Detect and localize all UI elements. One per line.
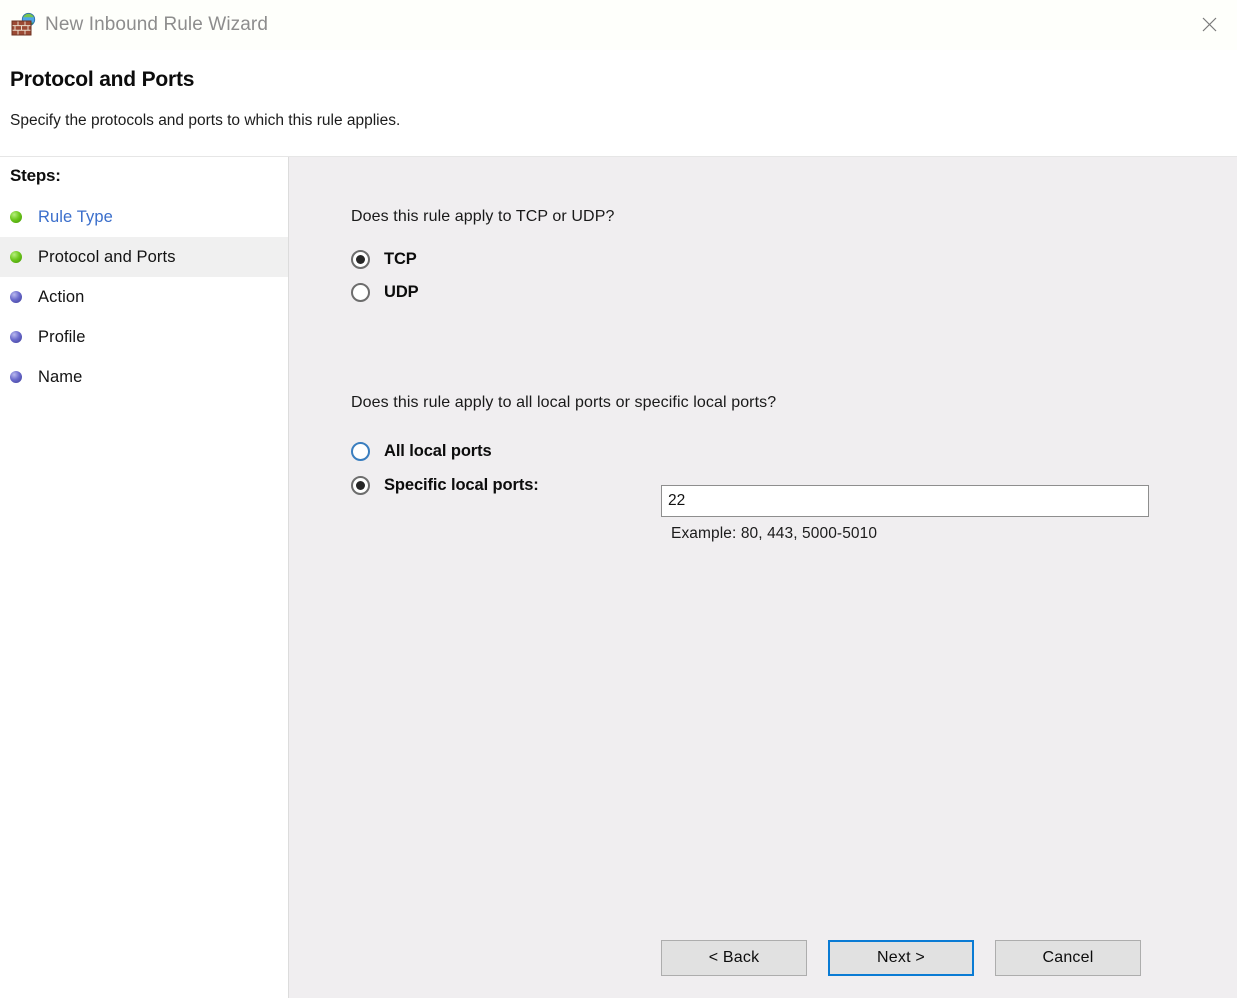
title-bar: New Inbound Rule Wizard bbox=[0, 0, 1237, 50]
ports-question-group: Does this rule apply to all local ports … bbox=[351, 394, 1237, 542]
content-panel: Does this rule apply to TCP or UDP? TCP … bbox=[288, 157, 1237, 998]
sidebar-item-profile[interactable]: Profile bbox=[0, 317, 288, 357]
radio-specific-local-ports-indicator[interactable] bbox=[351, 476, 370, 495]
radio-udp-label: UDP bbox=[384, 283, 419, 301]
radio-all-local-ports-indicator[interactable] bbox=[351, 442, 370, 461]
next-button[interactable]: Next > bbox=[828, 940, 974, 976]
sidebar-item-protocol-and-ports[interactable]: Protocol and Ports bbox=[0, 237, 288, 277]
step-bullet-icon bbox=[10, 331, 22, 343]
radio-tcp-label: TCP bbox=[384, 250, 417, 268]
sidebar-item-label: Name bbox=[38, 367, 83, 386]
sidebar-item-name[interactable]: Name bbox=[0, 357, 288, 397]
page-subtitle: Specify the protocols and ports to which… bbox=[10, 112, 401, 129]
radio-udp-indicator[interactable] bbox=[351, 283, 370, 302]
sidebar-item-label: Protocol and Ports bbox=[38, 247, 176, 266]
new-inbound-rule-wizard-window: New Inbound Rule Wizard Protocol and Por… bbox=[0, 0, 1237, 998]
sidebar-item-action[interactable]: Action bbox=[0, 277, 288, 317]
cancel-button[interactable]: Cancel bbox=[995, 940, 1141, 976]
window-title: New Inbound Rule Wizard bbox=[45, 14, 269, 35]
steps-label: Steps: bbox=[10, 166, 61, 185]
page-header: Protocol and Ports Specify the protocols… bbox=[0, 50, 1237, 157]
sidebar-item-label: Action bbox=[38, 287, 85, 306]
back-button[interactable]: < Back bbox=[661, 940, 807, 976]
radio-specific-local-ports-label: Specific local ports: bbox=[384, 476, 539, 494]
ports-question-text: Does this rule apply to all local ports … bbox=[351, 394, 777, 411]
sidebar-item-rule-type[interactable]: Rule Type bbox=[0, 197, 288, 237]
step-bullet-icon bbox=[10, 251, 22, 263]
protocol-question-text: Does this rule apply to TCP or UDP? bbox=[351, 208, 615, 225]
ports-example-text: Example: 80, 443, 5000-5010 bbox=[671, 525, 878, 542]
radio-all-local-ports-label: All local ports bbox=[384, 442, 492, 460]
protocol-question-group: Does this rule apply to TCP or UDP? TCP … bbox=[351, 208, 614, 302]
radio-option-udp[interactable]: UDP bbox=[351, 283, 614, 302]
radio-option-all-local-ports[interactable]: All local ports bbox=[351, 442, 1237, 461]
specific-ports-input[interactable] bbox=[661, 485, 1149, 517]
page-title: Protocol and Ports bbox=[10, 68, 195, 91]
footer-button-row: < Back Next > Cancel bbox=[661, 940, 1141, 976]
radio-tcp-indicator[interactable] bbox=[351, 250, 370, 269]
steps-sidebar: Steps: Rule Type Protocol and Ports Acti… bbox=[0, 157, 288, 998]
wizard-footer: < Back Next > Cancel bbox=[289, 900, 1237, 998]
step-bullet-icon bbox=[10, 211, 22, 223]
sidebar-item-label: Rule Type bbox=[38, 207, 113, 226]
step-bullet-icon bbox=[10, 371, 22, 383]
radio-option-tcp[interactable]: TCP bbox=[351, 250, 614, 269]
step-bullet-icon bbox=[10, 291, 22, 303]
close-icon[interactable] bbox=[1181, 0, 1237, 48]
wizard-body: Steps: Rule Type Protocol and Ports Acti… bbox=[0, 157, 1237, 998]
sidebar-item-label: Profile bbox=[38, 327, 86, 346]
firewall-globe-icon bbox=[10, 12, 36, 38]
